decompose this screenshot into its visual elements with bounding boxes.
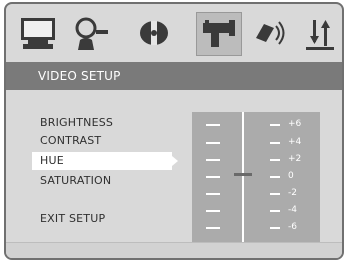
- slider-tick: [206, 124, 220, 126]
- audio-disc-icon[interactable]: [134, 14, 174, 52]
- status-bar: [6, 242, 342, 258]
- menu-item-contrast[interactable]: CONTRAST: [40, 134, 101, 147]
- slider-tick: [206, 193, 220, 195]
- slider-tick: [270, 210, 280, 212]
- page-title: VIDEO SETUP: [38, 69, 121, 83]
- slider-tick: [270, 124, 280, 126]
- slider-label: +2: [288, 154, 302, 164]
- hue-slider[interactable]: +6 +4 +2 0 -2 -4 -6: [192, 112, 320, 242]
- slider-tick: [206, 210, 220, 212]
- monitor-icon[interactable]: [18, 14, 58, 52]
- title-bar: VIDEO SETUP: [6, 62, 342, 90]
- preferences-sort-icon[interactable]: [300, 14, 340, 52]
- slider-track: [242, 112, 244, 242]
- language-person-icon[interactable]: [72, 14, 112, 52]
- slider-tick: [270, 142, 280, 144]
- video-setup-menu: BRIGHTNESS CONTRAST HUE SATURATION EXIT …: [6, 90, 342, 258]
- slider-label: +6: [288, 119, 302, 129]
- menu-item-exit-setup[interactable]: EXIT SETUP: [40, 212, 105, 225]
- slider-tick: [270, 227, 280, 229]
- video-camera-icon[interactable]: [196, 12, 242, 56]
- slider-tick: [270, 193, 280, 195]
- slider-tick: [270, 176, 280, 178]
- slider-tick: [206, 176, 220, 178]
- speaker-icon[interactable]: [250, 14, 290, 52]
- slider-label: 0: [288, 171, 294, 181]
- slider-tick: [206, 227, 220, 229]
- selection-arrow-icon: [172, 156, 178, 166]
- setup-window: VIDEO SETUP BRIGHTNESS CONTRAST HUE SATU…: [4, 2, 344, 260]
- menu-item-brightness[interactable]: BRIGHTNESS: [40, 116, 113, 129]
- slider-label: +4: [288, 137, 302, 147]
- slider-label: -6: [288, 222, 297, 232]
- slider-label: -4: [288, 205, 297, 215]
- menu-item-hue[interactable]: HUE: [40, 154, 64, 167]
- slider-tick: [206, 142, 220, 144]
- slider-label: -2: [288, 188, 297, 198]
- slider-tick: [206, 159, 220, 161]
- slider-tick: [270, 159, 280, 161]
- category-toolbar: [6, 4, 342, 62]
- slider-thumb[interactable]: [234, 173, 252, 176]
- menu-item-saturation[interactable]: SATURATION: [40, 174, 111, 187]
